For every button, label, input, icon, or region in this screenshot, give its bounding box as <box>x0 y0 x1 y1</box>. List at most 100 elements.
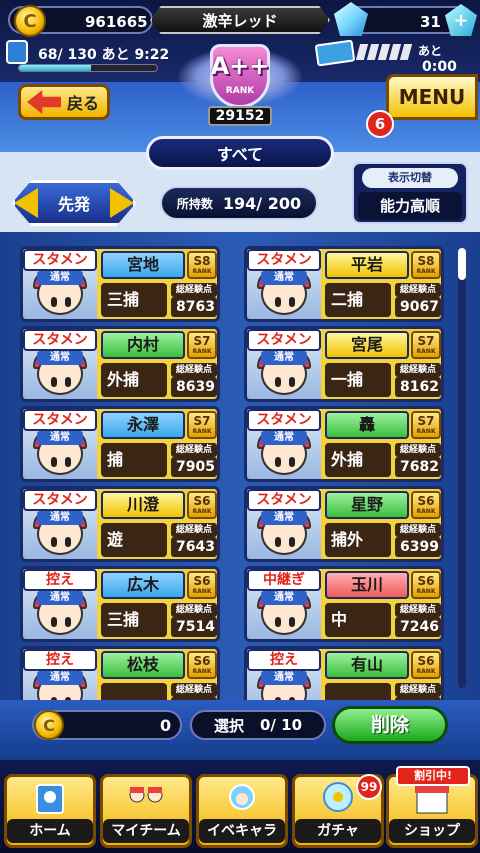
card-grid: スタメン 通常 宮地 S8 RANK 三捕 総経験点 8763 スタメン 通常 平岩 S8 RANK 二捕… <box>20 246 450 700</box>
role-tag: 中継ぎ <box>247 569 321 591</box>
nav-event-chara[interactable]: イベキャラ <box>196 774 288 848</box>
nav-my-team[interactable]: マイチーム <box>100 774 192 848</box>
player-position: 遊 <box>101 523 167 557</box>
role-sub: 通常 <box>261 591 307 605</box>
rank-medal-icon: S6 RANK <box>187 491 217 519</box>
shop-icon <box>415 785 449 814</box>
sort-switch-title: 表示切替 <box>362 168 458 188</box>
player-card[interactable]: 控え 通常 有山 S6 RANK 総経験点 <box>244 646 444 700</box>
exp-label: 総経験点 <box>171 683 217 697</box>
player-position: 中 <box>325 603 391 637</box>
role-sub: 通常 <box>37 271 83 285</box>
owned-value: 194/ 200 <box>222 193 302 213</box>
role-tag: スタメン <box>23 249 97 271</box>
back-label: 戻る <box>67 94 100 113</box>
category-filter[interactable]: すべて <box>146 136 334 170</box>
menu-button[interactable]: MENU <box>386 74 478 120</box>
sort-switch-button[interactable]: 表示切替 能力高順 <box>352 162 468 224</box>
role-tag: スタメン <box>247 249 321 271</box>
role-sub: 通常 <box>37 511 83 525</box>
team-players-icon <box>129 787 163 803</box>
stamina-bar <box>18 64 158 72</box>
coin-cost-value: 0 <box>160 716 172 735</box>
ticket-gauge <box>355 44 413 60</box>
role-tag: 控え <box>247 649 321 671</box>
exp-value: 8162 <box>395 377 441 397</box>
sort-switch-value: 能力高順 <box>358 192 462 220</box>
player-position: 三捕 <box>101 283 167 317</box>
exp-value: 7905 <box>171 457 217 477</box>
role-sub: 通常 <box>261 431 307 445</box>
player-card[interactable]: スタメン 通常 宮尾 S7 RANK 一捕 総経験点 8162 <box>244 326 444 402</box>
owned-label: 所持数 <box>176 196 213 211</box>
rank-grade: A++ <box>210 52 270 80</box>
stamina-text: 68/ 130 あと 9:22 <box>38 47 170 63</box>
rank-medal-icon: S6 RANK <box>411 571 441 599</box>
delete-button[interactable]: 削除 <box>332 706 448 744</box>
ticket-timer: あと0:00 <box>418 44 457 75</box>
player-card[interactable]: スタメン 通常 轟 S7 RANK 外捕 総経験点 7682 <box>244 406 444 482</box>
nav-home[interactable]: ホーム <box>4 774 96 848</box>
player-name: 松枝 <box>101 651 185 679</box>
exp-label: 総経験点 <box>171 443 217 457</box>
role-sub: 通常 <box>261 351 307 365</box>
role-sub: 通常 <box>37 431 83 445</box>
player-card[interactable]: スタメン 通常 星野 S6 RANK 捕外 総経験点 6399 <box>244 486 444 562</box>
exp-label: 総経験点 <box>395 603 441 617</box>
exp-value: 9067 <box>395 297 441 317</box>
exp-label: 総経験点 <box>395 283 441 297</box>
role-sub: 通常 <box>261 511 307 525</box>
nav-label: マイチーム <box>103 819 189 843</box>
exp-value: 6399 <box>395 537 441 557</box>
player-position: 捕外 <box>325 523 391 557</box>
player-name: 平岩 <box>325 251 409 279</box>
role-sub: 通常 <box>261 271 307 285</box>
role-tag: スタメン <box>247 409 321 431</box>
gem-value: 31 <box>420 13 441 31</box>
nav-label: ガチャ <box>295 819 381 843</box>
player-position: 三捕 <box>101 603 167 637</box>
back-arrow-icon <box>27 90 61 114</box>
player-position: 捕 <box>101 443 167 477</box>
exp-label: 総経験点 <box>395 683 441 697</box>
nav-label: ショップ <box>389 819 475 843</box>
player-name: 轟 <box>325 411 409 439</box>
player-card[interactable]: 控え 通常 広木 S6 RANK 三捕 総経験点 7514 <box>20 566 220 642</box>
player-position: 外捕 <box>101 363 167 397</box>
exp-label: 総経験点 <box>171 363 217 377</box>
rank-medal-icon: S7 RANK <box>411 331 441 359</box>
team-name: 激辛レッド <box>150 6 330 34</box>
scrollbar[interactable] <box>458 248 466 688</box>
role-tag: 控え <box>23 569 97 591</box>
player-card[interactable]: 中継ぎ 通常 玉川 S6 RANK 中総経験点 7246 <box>244 566 444 642</box>
select-count: 0/ 10 <box>260 716 303 734</box>
player-position <box>101 683 167 700</box>
exp-label: 総経験点 <box>171 283 217 297</box>
menu-badge: 6 <box>366 110 394 138</box>
rank-score: 29152 <box>208 106 272 126</box>
exp-label: 総経験点 <box>395 523 441 537</box>
rank-medal-icon: S7 RANK <box>411 411 441 439</box>
player-card[interactable]: スタメン 通常 永澤 S7 RANK 捕総経験点 7905 <box>20 406 220 482</box>
player-card[interactable]: スタメン 通常 内村 S7 RANK 外捕 総経験点 8639 <box>20 326 220 402</box>
player-name: 宮尾 <box>325 331 409 359</box>
player-card[interactable]: スタメン 通常 宮地 S8 RANK 三捕 総経験点 8763 <box>20 246 220 322</box>
player-card[interactable]: スタメン 通常 平岩 S8 RANK 二捕 総経験点 9067 <box>244 246 444 322</box>
rank-medal-icon: S6 RANK <box>411 651 441 679</box>
scrollbar-thumb[interactable] <box>458 248 466 280</box>
player-position: 一捕 <box>325 363 391 397</box>
role-sub: 通常 <box>37 351 83 365</box>
player-card[interactable]: 控え 通常 松枝 S6 RANK 総経験点 <box>20 646 220 700</box>
player-card[interactable]: スタメン 通常 川澄 S6 RANK 遊総経験点 7643 <box>20 486 220 562</box>
coin-value: 961665 <box>85 13 148 31</box>
sale-tag: 割引中! <box>396 766 470 786</box>
player-position: 外捕 <box>325 443 391 477</box>
stamina-fill <box>19 65 91 71</box>
exp-value: 7682 <box>395 457 441 477</box>
nav-label: イベキャラ <box>199 819 285 843</box>
rank-medal-icon: S8 RANK <box>187 251 217 279</box>
player-position: 二捕 <box>325 283 391 317</box>
player-name: 玉川 <box>325 571 409 599</box>
back-button[interactable]: 戻る <box>18 84 110 120</box>
role-sub: 通常 <box>261 671 307 685</box>
